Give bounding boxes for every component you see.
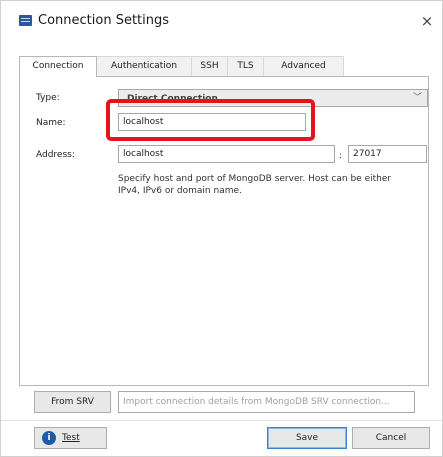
connection-settings-dialog: Connection Settings × Connection Authent… xyxy=(0,0,443,457)
test-button[interactable]: i Test xyxy=(34,427,107,449)
tab-advanced[interactable]: Advanced xyxy=(264,56,344,76)
info-icon: i xyxy=(42,431,56,445)
footer-divider xyxy=(1,420,442,421)
tab-ssh[interactable]: SSH xyxy=(192,56,228,76)
tab-connection[interactable]: Connection xyxy=(19,56,97,77)
title-bar: Connection Settings × xyxy=(1,1,442,39)
highlight-box xyxy=(106,99,315,141)
from-srv-button[interactable]: From SRV xyxy=(34,391,111,413)
cancel-button[interactable]: Cancel xyxy=(352,427,430,449)
tab-authentication[interactable]: Authentication xyxy=(97,56,192,76)
window-title: Connection Settings xyxy=(38,13,170,28)
tab-tls[interactable]: TLS xyxy=(228,56,264,76)
port-separator: : xyxy=(339,151,343,161)
close-icon[interactable]: × xyxy=(417,12,437,30)
window-icon xyxy=(19,15,32,26)
type-label: Type: xyxy=(36,93,60,103)
address-help-text: Specify host and port of MongoDB server.… xyxy=(118,174,392,196)
srv-connection-input[interactable]: Import connection details from MongoDB S… xyxy=(118,391,415,413)
save-button[interactable]: Save xyxy=(267,427,347,449)
name-label: Name: xyxy=(36,118,66,128)
host-input[interactable] xyxy=(118,145,335,163)
test-button-label: Test xyxy=(62,433,80,443)
address-label: Address: xyxy=(36,150,75,160)
chevron-down-icon: ﹀ xyxy=(412,93,422,103)
port-input[interactable] xyxy=(348,145,427,163)
